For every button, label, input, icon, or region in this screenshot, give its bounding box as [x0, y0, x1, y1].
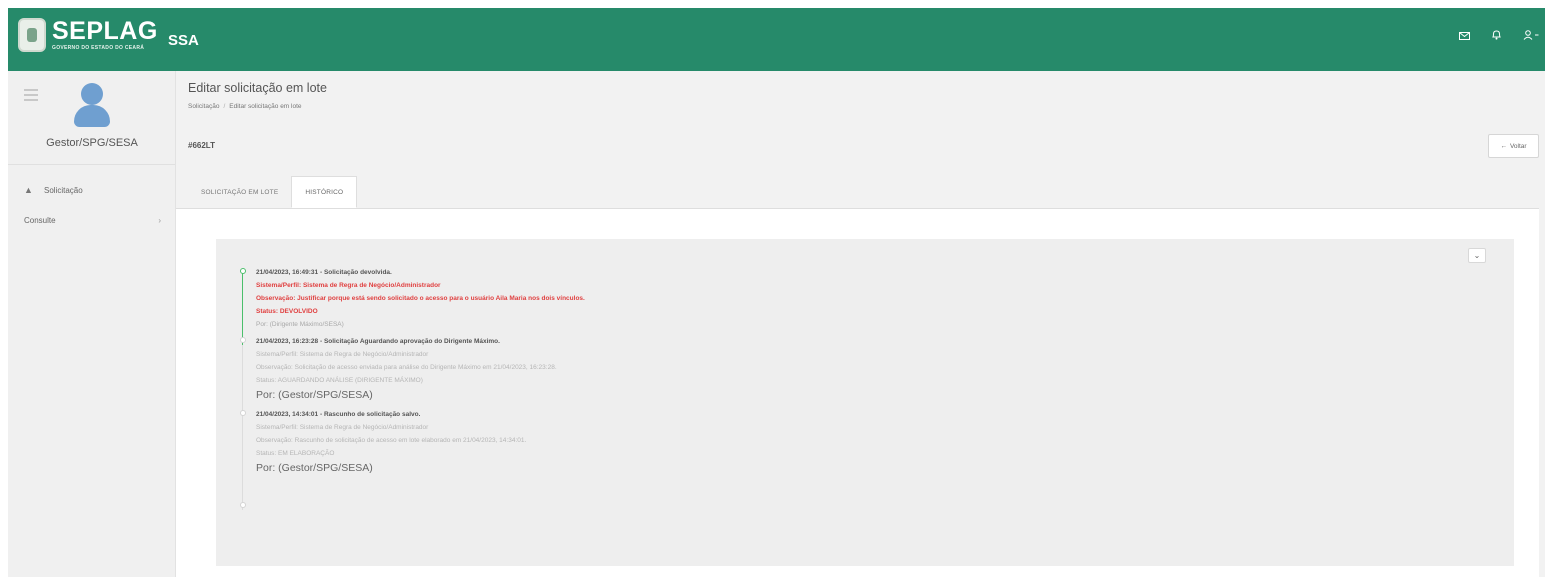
history-entry: 21/04/2023, 14:34:01 - Rascunho de solic…: [240, 408, 1140, 477]
history-box: ⌄ 21/04/2023, 16:49:31 - Solicitação dev…: [216, 239, 1514, 566]
timeline-dot: [240, 337, 246, 343]
sidebar-item-solicitacao[interactable]: ▲ Solicitação: [8, 175, 175, 205]
request-code: #662LT: [188, 141, 215, 150]
entry-title: 21/04/2023, 16:49:31 - Solicitação devol…: [256, 269, 392, 276]
back-button-label: Voltar: [1509, 142, 1527, 150]
sidebar-item-consulte[interactable]: Consulte ›: [8, 205, 175, 235]
bell-icon[interactable]: [1492, 30, 1501, 43]
main-content: Editar solicitação em lote Solicitação / E…: [176, 71, 1545, 577]
user-profile: Gestor/SPG/SESA: [8, 71, 175, 165]
warning-icon: ▲: [24, 184, 33, 195]
entry-perfil: Sistema/Perfil: Sistema de Regra de Negó…: [256, 424, 429, 431]
tab-bar: SOLICITAÇÃO EM LOTE HISTÓRICO: [188, 176, 358, 208]
sidebar-nav: ▲ Solicitação Consulte ›: [8, 165, 175, 235]
entry-observacao: Observação: Rascunho de solicitação de a…: [256, 437, 527, 444]
tab-historico[interactable]: HISTÓRICO: [291, 176, 358, 208]
entry-status: Status: EM ELABORAÇÃO: [256, 450, 335, 457]
tab-panel: ⌄ 21/04/2023, 16:49:31 - Solicitação dev…: [176, 208, 1539, 577]
top-bar: SEPLAG GOVERNO DO ESTADO DO CEARÁ SSA: [8, 8, 1545, 71]
crest-icon: [18, 18, 46, 52]
header-actions: [1459, 30, 1539, 43]
brand-name: SEPLAG: [52, 17, 158, 45]
chevron-down-icon[interactable]: ⌄: [1468, 248, 1486, 263]
profile-name: Gestor/SPG/SESA: [46, 137, 138, 149]
entry-por: Por: (Gestor/SPG/SESA): [256, 462, 373, 474]
user-menu-icon[interactable]: [1523, 30, 1539, 43]
page-title: Editar solicitação em lote: [188, 81, 327, 95]
logo-text: SEPLAG GOVERNO DO ESTADO DO CEARÁ: [52, 18, 158, 52]
mail-icon[interactable]: [1459, 31, 1470, 43]
entry-status: Status: AGUARDANDO ANÁLISE (DIRIGENTE MÁ…: [256, 377, 423, 384]
back-button[interactable]: ← Voltar: [1488, 134, 1539, 158]
entry-por: Por: (Gestor/SPG/SESA): [256, 389, 373, 401]
entry-por: Por: (Dirigente Máximo/SESA): [256, 321, 344, 328]
timeline-dot: [240, 410, 246, 416]
entry-title: 21/04/2023, 16:23:28 - Solicitação Aguar…: [256, 338, 500, 345]
app-frame: SEPLAG GOVERNO DO ESTADO DO CEARÁ SSA Ge…: [8, 8, 1545, 577]
brand-subtitle: GOVERNO DO ESTADO DO CEARÁ: [52, 45, 145, 51]
entry-title: 21/04/2023, 14:34:01 - Rascunho de solic…: [256, 411, 421, 418]
breadcrumb-item[interactable]: Solicitação: [188, 103, 219, 110]
breadcrumb-item: Editar solicitação em lote: [229, 103, 302, 110]
menu-toggle-icon[interactable]: [24, 89, 38, 101]
sidebar-item-label: Consulte: [24, 215, 56, 225]
timeline-end-dot: [240, 502, 246, 508]
entry-observacao: Observação: Justificar porque está sendo…: [256, 295, 585, 302]
entry-status: Status: DEVOLVIDO: [256, 308, 318, 315]
sidebar-item-label: Solicitação: [44, 185, 83, 195]
app-name: SSA: [168, 32, 199, 49]
seplag-logo[interactable]: SEPLAG GOVERNO DO ESTADO DO CEARÁ: [18, 18, 158, 52]
avatar: [74, 83, 110, 127]
tab-solicitacao-em-lote[interactable]: SOLICITAÇÃO EM LOTE: [188, 176, 291, 208]
entry-perfil: Sistema/Perfil: Sistema de Regra de Negó…: [256, 351, 429, 358]
history-timeline: 21/04/2023, 16:49:31 - Solicitação devol…: [240, 266, 1140, 510]
timeline-dot: [240, 268, 246, 274]
arrow-left-icon: ←: [1500, 142, 1507, 150]
history-entry: 21/04/2023, 16:49:31 - Solicitação devol…: [240, 266, 1140, 331]
sidebar: Gestor/SPG/SESA ▲ Solicitação Consulte ›: [8, 71, 176, 577]
chevron-right-icon: ›: [158, 215, 161, 225]
entry-observacao: Observação: Solicitação de acesso enviad…: [256, 364, 557, 371]
history-entry: 21/04/2023, 16:23:28 - Solicitação Aguar…: [240, 335, 1140, 404]
entry-perfil: Sistema/Perfil: Sistema de Regra de Negó…: [256, 282, 441, 289]
breadcrumb: Solicitação / Editar solicitação em lote: [188, 103, 302, 110]
